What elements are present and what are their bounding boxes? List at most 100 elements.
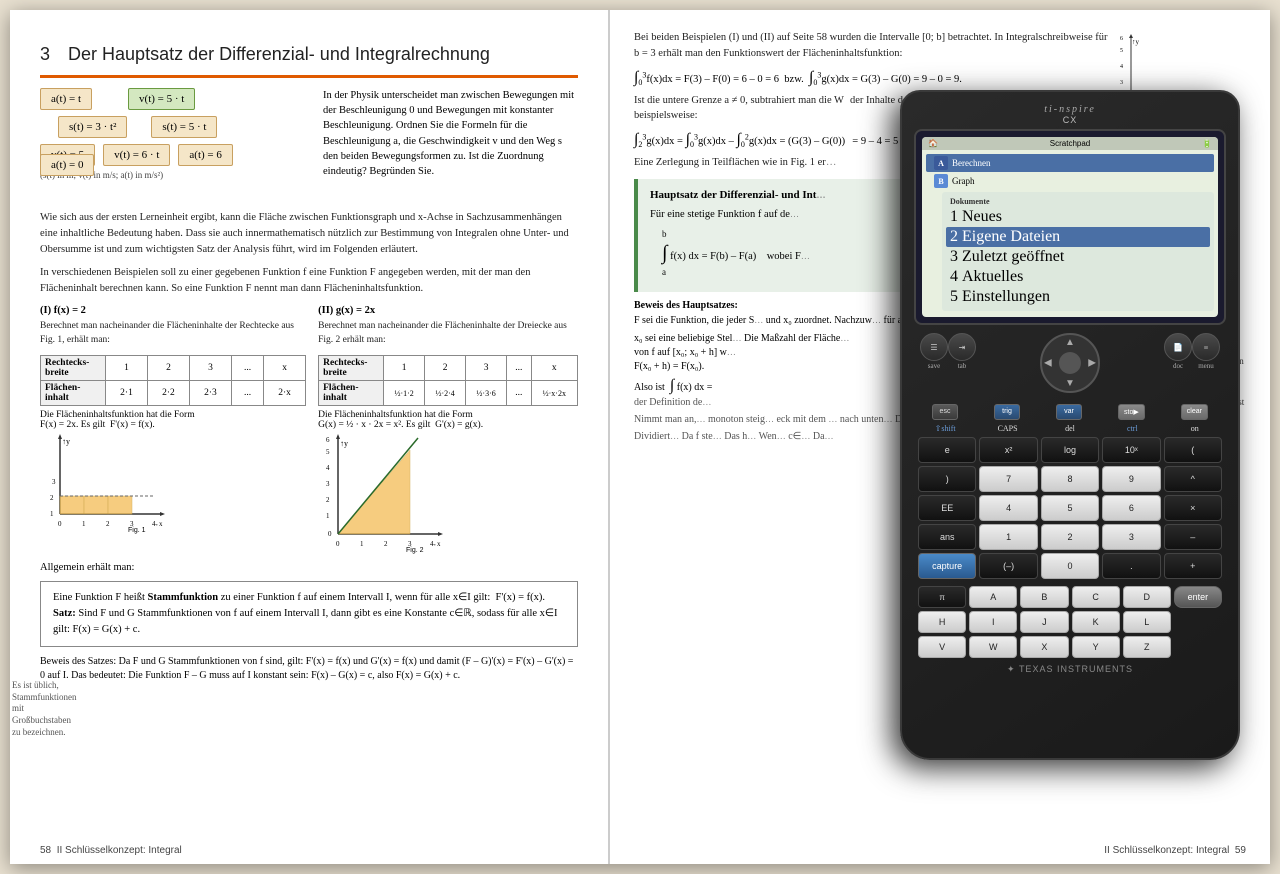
key-Z[interactable]: Z bbox=[1123, 636, 1171, 658]
submenu-4[interactable]: 4 Aktuelles bbox=[946, 267, 1210, 287]
key-0[interactable]: 0 bbox=[1041, 553, 1099, 579]
svg-text:1: 1 bbox=[82, 520, 86, 528]
key-1[interactable]: 1 bbox=[979, 524, 1037, 550]
submenu-5[interactable]: 5 Einstellungen bbox=[946, 287, 1210, 307]
var-key[interactable]: var bbox=[1056, 404, 1082, 420]
key-pi[interactable]: π bbox=[918, 586, 966, 608]
formula-instructions: In der Physik unterscheidet man zwischen… bbox=[313, 88, 578, 198]
doc-button[interactable]: 📄 bbox=[1164, 333, 1192, 361]
svg-text:1: 1 bbox=[326, 512, 330, 520]
formula-st1: s(t) = 3 · t² bbox=[58, 116, 127, 138]
table-1: Rechtecks-breite 1 2 3 ... x Flächen-inh… bbox=[40, 355, 306, 406]
key-J[interactable]: J bbox=[1020, 611, 1068, 633]
key-lparen[interactable]: ( bbox=[1164, 437, 1222, 463]
key-D[interactable]: D bbox=[1123, 586, 1171, 608]
table1-row-header: Flächen-inhalt bbox=[41, 381, 106, 406]
formula-at: a(t) = t bbox=[40, 88, 92, 110]
menu-item-b[interactable]: B Graph bbox=[926, 172, 1214, 190]
table1-col1: 1 bbox=[106, 356, 148, 381]
key-minus[interactable]: – bbox=[1164, 524, 1222, 550]
key-C[interactable]: C bbox=[1072, 586, 1120, 608]
example1-desc: Die Flächeninhaltsfunktion hat die FormF… bbox=[40, 410, 195, 430]
page-number-right: II Schlüsselkonzept: Integral 59 bbox=[1104, 845, 1246, 856]
key-neg[interactable]: (–) bbox=[979, 553, 1037, 579]
table1-val2: 2·2 bbox=[147, 381, 189, 406]
key-I[interactable]: I bbox=[969, 611, 1017, 633]
svg-text:1: 1 bbox=[360, 540, 364, 548]
d-pad[interactable]: ▲ ▼ ◀ ▶ bbox=[1040, 333, 1100, 393]
svg-text:5: 5 bbox=[326, 448, 330, 456]
key-multiply[interactable]: × bbox=[1164, 495, 1222, 521]
satz-text: Sind F und G Stammfunktionen von f auf e… bbox=[53, 608, 558, 635]
menu-item-a[interactable]: A Berechnen bbox=[926, 154, 1214, 172]
key-7[interactable]: 7 bbox=[979, 466, 1037, 492]
key-K[interactable]: K bbox=[1072, 611, 1120, 633]
tab-button[interactable]: ⇥ bbox=[948, 333, 976, 361]
table2-row-header: Flächen-inhalt bbox=[319, 381, 384, 406]
key-9[interactable]: 9 bbox=[1102, 466, 1160, 492]
key-X[interactable]: X bbox=[1020, 636, 1068, 658]
screen-title: Scratchpad bbox=[1050, 139, 1090, 148]
key-10x[interactable]: 10ˣ bbox=[1102, 437, 1160, 463]
key-EE[interactable]: EE bbox=[918, 495, 976, 521]
right-page: Bei beiden Beispielen (I) und (II) auf S… bbox=[610, 10, 1270, 864]
submenu-3[interactable]: 3 Zuletzt geöffnet bbox=[946, 247, 1210, 267]
table2-col3: 3 bbox=[466, 356, 507, 381]
menu-button[interactable]: ≡ bbox=[1192, 333, 1220, 361]
esc-key[interactable]: esc bbox=[932, 404, 958, 420]
key-L[interactable]: L bbox=[1123, 611, 1171, 633]
d-pad-center[interactable] bbox=[1059, 352, 1081, 374]
alpha-keypad: π A B C D enter H I J K L V W X Y Z bbox=[914, 582, 1226, 658]
svg-text:Fig. 2: Fig. 2 bbox=[406, 547, 424, 554]
tab-btn-area: ⇥ tab bbox=[948, 333, 976, 399]
key-6[interactable]: 6 bbox=[1102, 495, 1160, 521]
down-arrow: ▼ bbox=[1065, 378, 1075, 389]
general-text: Allgemein erhält man: bbox=[40, 562, 578, 573]
key-H[interactable]: H bbox=[918, 611, 966, 633]
battery-icon: 🔋 bbox=[1202, 139, 1212, 148]
key-3[interactable]: 3 bbox=[1102, 524, 1160, 550]
ti-star-logo: ✦ bbox=[1007, 664, 1019, 674]
key-W[interactable]: W bbox=[969, 636, 1017, 658]
table2-val2: ½·2·4 bbox=[425, 381, 466, 406]
table1-col2: 2 bbox=[147, 356, 189, 381]
svg-text:4: 4 bbox=[1120, 64, 1123, 70]
menu-label-a: Berechnen bbox=[952, 158, 990, 168]
key-Y[interactable]: Y bbox=[1072, 636, 1120, 658]
key-capture[interactable]: capture bbox=[918, 553, 976, 579]
trig-key[interactable]: trig bbox=[994, 404, 1020, 420]
key-e[interactable]: e bbox=[918, 437, 976, 463]
nav-row: ☰ save ⇥ tab ▲ ▼ ◀ ▶ bbox=[914, 333, 1226, 399]
sto-key[interactable]: sto▶ bbox=[1118, 404, 1145, 420]
key-dot[interactable]: . bbox=[1102, 553, 1160, 579]
key-log[interactable]: log bbox=[1041, 437, 1099, 463]
key-8[interactable]: 8 bbox=[1041, 466, 1099, 492]
key-A[interactable]: A bbox=[969, 586, 1017, 608]
table-2: Rechtecks-breite 1 2 3 ... x Flächen-inh… bbox=[318, 355, 578, 406]
key-x2[interactable]: x² bbox=[979, 437, 1037, 463]
menu-letter-b: B bbox=[934, 174, 948, 188]
svg-text:↑y: ↑y bbox=[1132, 38, 1140, 46]
table2-val4: ... bbox=[507, 381, 531, 406]
key-V[interactable]: V bbox=[918, 636, 966, 658]
enter-key[interactable]: enter bbox=[1174, 586, 1222, 608]
formula-area: a(t) = t v(t) = 5 · t s(t) = 3 · t² s(t)… bbox=[40, 88, 578, 198]
submenu-2[interactable]: 2 Eigene Dateien bbox=[946, 227, 1210, 247]
key-power[interactable]: ^ bbox=[1164, 466, 1222, 492]
table2-col2: 2 bbox=[425, 356, 466, 381]
save-button[interactable]: ☰ bbox=[920, 333, 948, 361]
graph-2: ↑y 0 1 2 3 4 0 1 2 bbox=[318, 434, 448, 554]
key-2[interactable]: 2 bbox=[1041, 524, 1099, 550]
submenu-1[interactable]: 1 Neues bbox=[946, 207, 1210, 227]
key-plus[interactable]: + bbox=[1164, 553, 1222, 579]
key-5[interactable]: 5 bbox=[1041, 495, 1099, 521]
key-ans[interactable]: ans bbox=[918, 524, 976, 550]
important-box: Eine Funktion F heißt Stammfunktion zu e… bbox=[40, 581, 578, 646]
key-4[interactable]: 4 bbox=[979, 495, 1037, 521]
intro-text-2: In verschiedenen Beispielen soll zu eine… bbox=[40, 265, 578, 297]
table2-col1: 1 bbox=[384, 356, 425, 381]
clear-key[interactable]: clear bbox=[1181, 404, 1208, 420]
important-text: Eine Funktion F heißt Stammfunktion zu e… bbox=[53, 592, 545, 603]
key-B[interactable]: B bbox=[1020, 586, 1068, 608]
key-rparen[interactable]: ) bbox=[918, 466, 976, 492]
